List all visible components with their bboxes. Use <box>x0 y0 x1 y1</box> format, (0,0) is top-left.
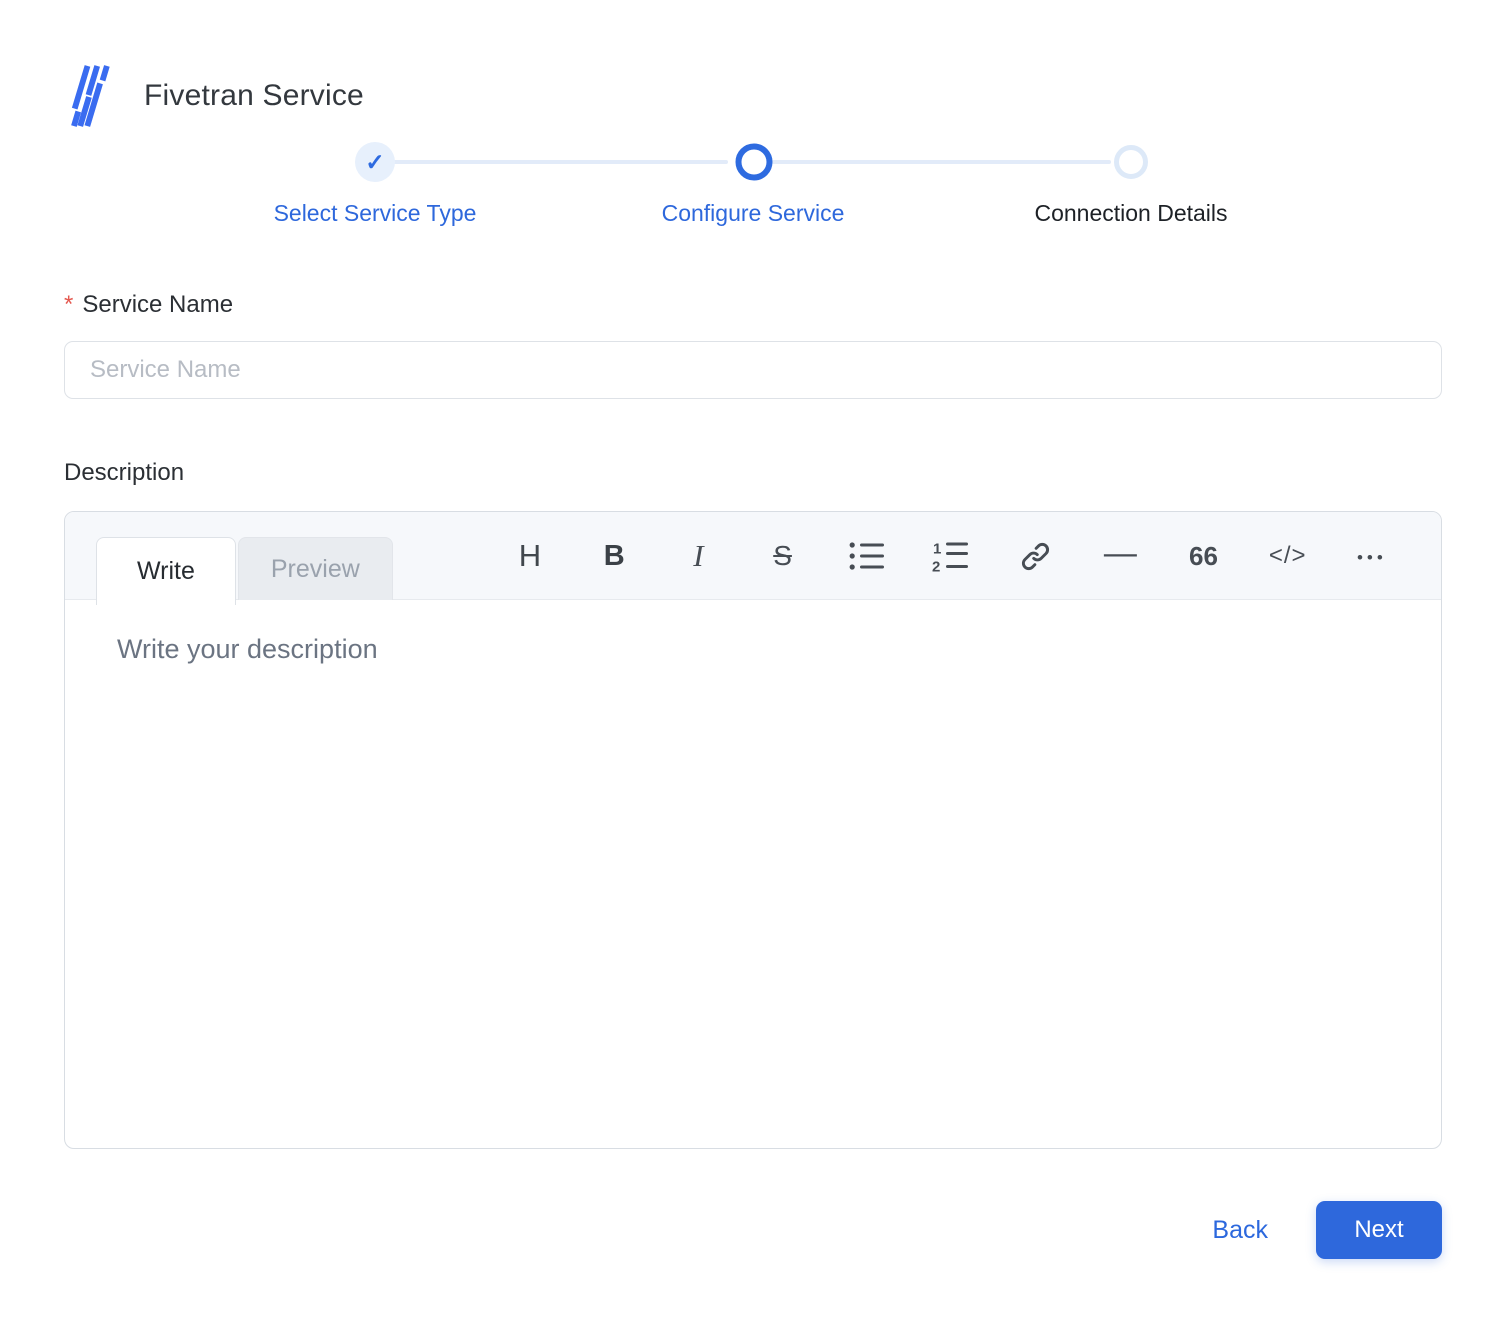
stepper-connector <box>386 160 728 164</box>
step-label-configure-service[interactable]: Configure Service <box>564 200 942 227</box>
editor-tabs: Write Preview <box>96 537 393 605</box>
stepper-track: ✓ <box>186 142 1320 182</box>
heading-icon[interactable]: H <box>505 528 555 584</box>
required-asterisk: * <box>64 291 74 318</box>
step-label-connection-details: Connection Details <box>1034 200 1228 226</box>
tab-write[interactable]: Write <box>96 537 236 605</box>
stepper: ✓ Select Service Type Configure Service … <box>186 142 1320 227</box>
editor-header: Write Preview H B I S 1 2 — 66 </> ••• <box>65 512 1441 605</box>
quote-icon[interactable]: 66 <box>1179 528 1229 584</box>
ordered-list-icon[interactable]: 1 2 <box>926 528 976 584</box>
step-completed-icon[interactable]: ✓ <box>355 142 395 182</box>
editor-toolbar: H B I S 1 2 — 66 </> ••• <box>505 512 1397 600</box>
description-editor: Write Preview H B I S 1 2 — 66 </> ••• W… <box>64 511 1442 1149</box>
svg-text:1: 1 <box>933 541 941 558</box>
description-input[interactable] <box>65 600 1441 1148</box>
next-button[interactable]: Next <box>1316 1201 1442 1259</box>
service-name-input[interactable] <box>64 341 1442 399</box>
stepper-connector <box>765 160 1111 164</box>
italic-icon[interactable]: I <box>673 528 723 584</box>
bold-icon[interactable]: B <box>589 528 639 584</box>
check-icon: ✓ <box>365 148 385 175</box>
step-active-icon[interactable] <box>735 143 773 181</box>
service-name-label: * Service Name <box>64 291 1442 319</box>
description-label-text: Description <box>64 459 185 486</box>
wizard-footer: Back Next <box>0 1201 1506 1259</box>
fivetran-logo-icon <box>64 64 111 128</box>
editor-body <box>65 600 1441 1148</box>
step-label-select-service-type[interactable]: Select Service Type <box>186 200 564 227</box>
more-options-icon[interactable]: ••• <box>1347 528 1397 584</box>
step-labels: Select Service Type Configure Service Co… <box>186 200 1320 227</box>
app-header: Fivetran Service <box>0 0 1506 128</box>
description-label: Description <box>64 459 1442 487</box>
step-upcoming-icon <box>1114 145 1148 179</box>
tab-preview[interactable]: Preview <box>237 537 393 600</box>
strikethrough-icon[interactable]: S <box>758 528 808 584</box>
configure-service-form: * Service Name Description Write Preview… <box>0 291 1506 1149</box>
service-name-label-text: Service Name <box>82 291 234 318</box>
page-title: Fivetran Service <box>144 79 364 112</box>
unordered-list-icon[interactable] <box>842 528 892 584</box>
link-icon[interactable] <box>1010 528 1060 584</box>
svg-text:2: 2 <box>932 559 940 573</box>
code-icon[interactable]: </> <box>1263 528 1313 584</box>
fivetran-service-wizard: Fivetran Service ✓ Select Service Type C… <box>0 0 1506 1340</box>
back-button[interactable]: Back <box>1212 1216 1268 1245</box>
horizontal-rule-icon[interactable]: — <box>1094 528 1144 584</box>
